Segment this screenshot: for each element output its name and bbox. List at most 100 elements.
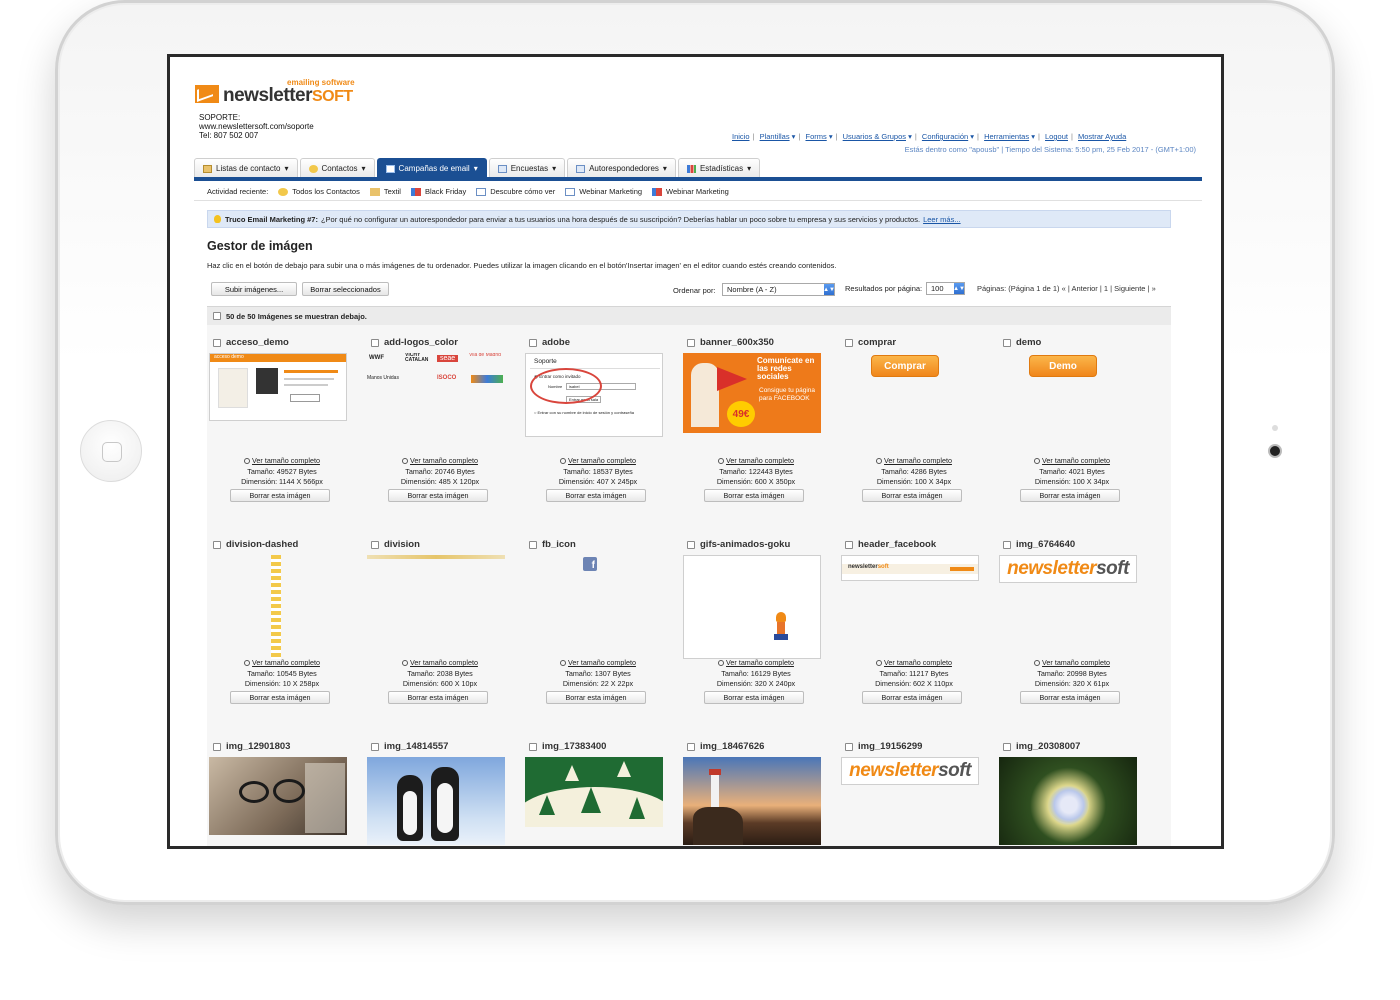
newslettersoft-logo[interactable]: emailing software newsletterSOFT: [195, 75, 365, 115]
recent-item[interactable]: Todos los Contactos: [278, 187, 360, 196]
delete-image-button[interactable]: Borrar esta imágen: [546, 691, 646, 704]
tab-campanas-email[interactable]: Campañas de email ▾: [376, 158, 487, 178]
image-dimension: Dimensión: 10 X 258px: [244, 679, 320, 688]
view-full-size-link[interactable]: Ver tamaño completo: [997, 456, 1147, 467]
tab-listas-contacto[interactable]: Listas de contacto ▾: [194, 158, 298, 178]
image-checkbox[interactable]: [371, 742, 379, 751]
nav-mostrar-ayuda[interactable]: Mostrar Ayuda: [1078, 132, 1126, 141]
image-checkbox[interactable]: [845, 540, 853, 549]
nav-inicio[interactable]: Inicio: [732, 132, 750, 141]
image-checkbox[interactable]: [845, 742, 853, 751]
view-full-size-link[interactable]: Ver tamaño completo: [997, 658, 1147, 669]
image-thumbnail[interactable]: [525, 757, 663, 827]
stats-icon: [686, 164, 696, 173]
view-full-size-link[interactable]: Ver tamaño completo: [523, 456, 673, 467]
image-thumbnail[interactable]: newslettersoft: [841, 555, 979, 581]
image-card: img_18467626: [681, 729, 831, 846]
nav-usuarios-grupos[interactable]: Usuarios & Grupos: [843, 132, 906, 141]
image-thumbnail[interactable]: acceso demo: [209, 353, 347, 421]
recent-item[interactable]: Webinar Marketing: [652, 187, 729, 196]
image-checkbox[interactable]: [529, 742, 537, 751]
tab-encuestas[interactable]: Encuestas ▾: [488, 158, 566, 178]
upload-images-button[interactable]: Subir imágenes...: [211, 282, 297, 296]
view-full-size-link[interactable]: Ver tamaño completo: [207, 456, 357, 467]
delete-image-button[interactable]: Borrar esta imágen: [230, 691, 330, 704]
image-thumbnail[interactable]: WWF VICHY CATALAN seae Vila de Madrid Ma…: [367, 353, 505, 387]
delete-image-button[interactable]: Borrar esta imágen: [230, 489, 330, 502]
delete-image-button[interactable]: Borrar esta imágen: [862, 489, 962, 502]
delete-image-button[interactable]: Borrar esta imágen: [546, 489, 646, 502]
nav-herramientas[interactable]: Herramientas: [984, 132, 1029, 141]
facebook-icon[interactable]: f: [583, 557, 597, 571]
pagination[interactable]: Páginas: (Página 1 de 1) « | Anterior | …: [977, 284, 1156, 293]
nav-forms[interactable]: Forms: [805, 132, 826, 141]
delete-image-button[interactable]: Borrar esta imágen: [704, 489, 804, 502]
order-select[interactable]: Nombre (A - Z) ▲▼: [722, 283, 835, 296]
cliff-shape: [693, 807, 743, 845]
nav-logout[interactable]: Logout: [1045, 132, 1068, 141]
image-checkbox[interactable]: [371, 540, 379, 549]
view-full-size-link[interactable]: Ver tamaño completo: [839, 456, 989, 467]
image-checkbox[interactable]: [845, 338, 853, 347]
delete-selected-button[interactable]: Borrar seleccionados: [302, 282, 389, 296]
delete-image-button[interactable]: Borrar esta imágen: [1020, 691, 1120, 704]
image-thumbnail[interactable]: Demo: [999, 353, 1137, 387]
nav-configuracion[interactable]: Configuración: [922, 132, 968, 141]
view-full-size-link[interactable]: Ver tamaño completo: [365, 658, 515, 669]
image-thumbnail[interactable]: newslettersoft: [999, 555, 1137, 583]
tip-read-more-link[interactable]: Leer más...: [923, 215, 961, 224]
image-checkbox[interactable]: [213, 338, 221, 347]
delete-image-button[interactable]: Borrar esta imágen: [388, 691, 488, 704]
image-thumbnail[interactable]: [367, 757, 505, 845]
image-thumbnail[interactable]: [271, 555, 281, 659]
image-checkbox[interactable]: [529, 540, 537, 549]
nav-plantillas[interactable]: Plantillas: [760, 132, 790, 141]
image-checkbox[interactable]: [1003, 742, 1011, 751]
recent-item[interactable]: Descubre cómo ver: [476, 187, 555, 196]
view-full-size-link[interactable]: Ver tamaño completo: [681, 658, 831, 669]
view-full-size-link[interactable]: Ver tamaño completo: [681, 456, 831, 467]
image-thumbnail[interactable]: [367, 555, 505, 559]
image-checkbox[interactable]: [213, 742, 221, 751]
thumb-logo-wordmark: newslettersoft: [1007, 558, 1129, 580]
view-full-size-link[interactable]: Ver tamaño completo: [839, 658, 989, 669]
tab-autorespondedores[interactable]: Autorespondedores ▾: [567, 158, 676, 178]
select-all-checkbox[interactable]: [213, 312, 221, 320]
image-thumbnail[interactable]: Comunícate en las redes sociales Consigu…: [683, 353, 821, 433]
image-thumbnail[interactable]: [683, 757, 821, 845]
image-checkbox[interactable]: [1003, 338, 1011, 347]
image-thumbnail[interactable]: [209, 757, 347, 835]
image-checkbox[interactable]: [213, 540, 221, 549]
tab-estadisticas[interactable]: Estadísticas ▾: [677, 158, 761, 178]
recent-item[interactable]: Black Friday: [410, 187, 466, 196]
view-full-size-link[interactable]: Ver tamaño completo: [365, 456, 515, 467]
image-checkbox[interactable]: [687, 742, 695, 751]
view-full-size-link[interactable]: Ver tamaño completo: [207, 658, 357, 669]
image-name: img_14814557: [384, 741, 449, 752]
image-checkbox[interactable]: [529, 338, 537, 347]
image-checkbox[interactable]: [687, 338, 695, 347]
view-full-size-link[interactable]: Ver tamaño completo: [523, 658, 673, 669]
image-name: demo: [1016, 337, 1042, 348]
zoom-icon: [244, 660, 251, 666]
image-thumbnail[interactable]: newslettersoft: [841, 757, 979, 785]
tab-contactos[interactable]: Contactos ▾: [299, 158, 375, 178]
image-thumbnail[interactable]: [683, 555, 821, 659]
image-checkbox[interactable]: [1003, 540, 1011, 549]
image-thumbnail[interactable]: Soporte ◉ Entrar como invitado Nombre is…: [525, 353, 663, 437]
image-thumbnail[interactable]: Comprar: [841, 353, 979, 387]
recent-item-label: Textil: [383, 187, 401, 196]
delete-image-button[interactable]: Borrar esta imágen: [704, 691, 804, 704]
image-checkbox[interactable]: [371, 338, 379, 347]
image-checkbox[interactable]: [687, 540, 695, 549]
recent-item[interactable]: Webinar Marketing: [565, 187, 642, 196]
results-per-page-select[interactable]: 100 ▲▼: [926, 282, 965, 295]
delete-image-button[interactable]: Borrar esta imágen: [1020, 489, 1120, 502]
image-card: add-logos_color WWF VICHY CATALAN seae V…: [365, 325, 515, 505]
tree-icon: [539, 795, 555, 815]
results-select-value: 100: [931, 284, 944, 293]
delete-image-button[interactable]: Borrar esta imágen: [388, 489, 488, 502]
recent-item[interactable]: Textil: [369, 187, 401, 196]
image-thumbnail[interactable]: [999, 757, 1137, 845]
delete-image-button[interactable]: Borrar esta imágen: [862, 691, 962, 704]
